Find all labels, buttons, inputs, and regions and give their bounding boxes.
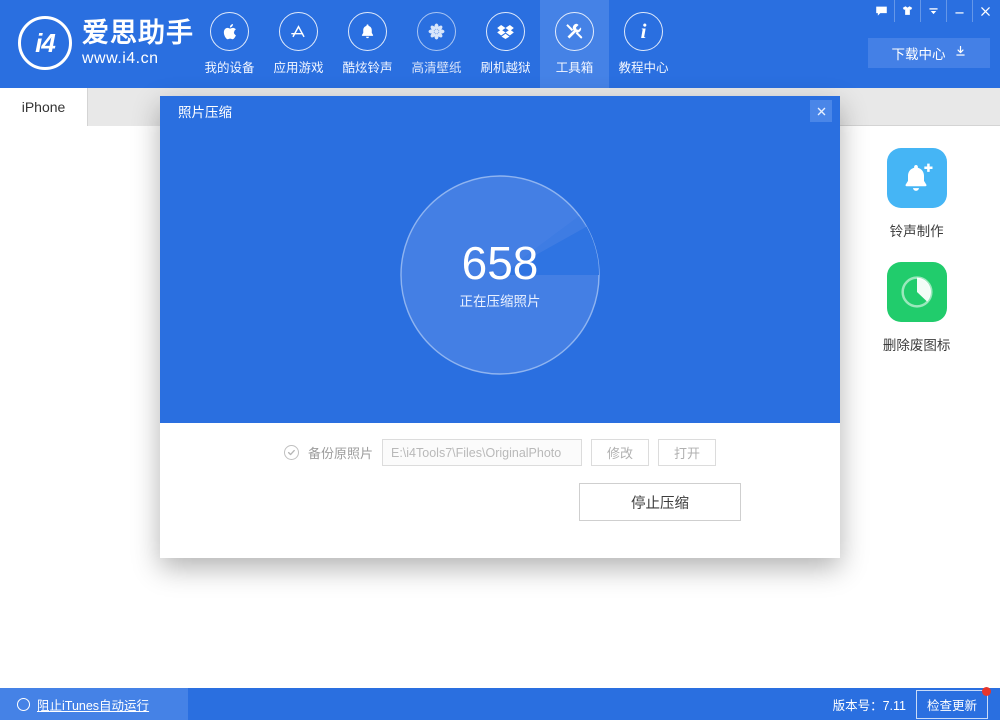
- compression-status: 正在压缩照片: [460, 290, 541, 310]
- info-icon: i: [624, 12, 663, 51]
- photo-compression-dialog: 照片压缩 658 正在压缩照片: [160, 96, 840, 558]
- nav-label-wallpapers: 高清壁纸: [411, 57, 461, 76]
- nav-item-toolbox[interactable]: 工具箱: [540, 0, 609, 88]
- nav-label-flash-jailbreak: 刷机越狱: [480, 57, 530, 76]
- tool-label-ringtone-maker: 铃声制作: [890, 220, 944, 240]
- app-window: i4 爱思助手 www.i4.cn 我的设备: [0, 0, 1000, 720]
- nav-item-my-device[interactable]: 我的设备: [195, 0, 264, 88]
- open-path-button[interactable]: 打开: [658, 439, 716, 466]
- compression-spinner: 658 正在压缩照片: [399, 174, 601, 376]
- skin-icon[interactable]: [894, 0, 920, 22]
- box-icon: [486, 12, 525, 51]
- close-icon[interactable]: [972, 0, 998, 22]
- appstore-icon: [279, 12, 318, 51]
- nav-items: 我的设备 应用游戏 酷炫铃声: [195, 0, 678, 88]
- dialog-title-bar: 照片压缩: [160, 96, 840, 126]
- backup-path-input[interactable]: E:\i4Tools7\Files\OriginalPhoto: [382, 439, 582, 466]
- nav-item-ringtones[interactable]: 酷炫铃声: [333, 0, 402, 88]
- feedback-icon[interactable]: [868, 0, 894, 22]
- bell-plus-icon: [887, 148, 947, 208]
- status-bar-right: 版本号：7.11 检查更新: [833, 690, 1000, 719]
- flower-icon: [417, 12, 456, 51]
- chevron-down-icon[interactable]: [920, 0, 946, 22]
- nav-item-apps-games[interactable]: 应用游戏: [264, 0, 333, 88]
- download-center-button[interactable]: 下载中心: [868, 38, 990, 68]
- block-itunes-toggle[interactable]: 阻止iTunes自动运行: [0, 688, 188, 720]
- i4-logo-icon: i4: [18, 16, 72, 70]
- pie-clock-icon: [887, 262, 947, 322]
- window-controls: [868, 0, 998, 22]
- backup-checkbox[interactable]: [284, 445, 299, 460]
- brand-url: www.i4.cn: [82, 51, 194, 67]
- brand-text-group: 爱思助手 www.i4.cn: [82, 20, 194, 67]
- brand-logo-group: i4 爱思助手 www.i4.cn: [18, 16, 194, 70]
- block-itunes-label: 阻止iTunes自动运行: [37, 695, 149, 714]
- spinner-text-group: 658 正在压缩照片: [399, 174, 601, 376]
- modify-path-button[interactable]: 修改: [591, 439, 649, 466]
- nav-item-tutorials[interactable]: i 教程中心: [609, 0, 678, 88]
- compression-count: 658: [462, 240, 539, 286]
- download-center-label: 下载中心: [892, 43, 946, 63]
- brand-name: 爱思助手: [82, 20, 194, 47]
- dialog-controls-area: 备份原照片 E:\i4Tools7\Files\OriginalPhoto 修改…: [160, 423, 840, 558]
- stop-compression-button[interactable]: 停止压缩: [579, 483, 741, 521]
- download-icon: [954, 45, 967, 61]
- dialog-title: 照片压缩: [178, 101, 232, 121]
- block-itunes-checkbox[interactable]: [17, 698, 30, 711]
- apple-icon: [210, 12, 249, 51]
- bell-icon: [348, 12, 387, 51]
- nav-item-flash-jailbreak[interactable]: 刷机越狱: [471, 0, 540, 88]
- backup-settings-row: 备份原照片 E:\i4Tools7\Files\OriginalPhoto 修改…: [160, 439, 840, 466]
- dialog-close-icon[interactable]: [810, 100, 832, 122]
- tool-ringtone-maker[interactable]: 铃声制作: [833, 148, 1000, 240]
- status-bar: 阻止iTunes自动运行 版本号：7.11 检查更新: [0, 688, 1000, 720]
- tools-icon: [555, 12, 594, 51]
- update-badge-dot: [982, 687, 991, 696]
- tool-label-delete-broken-icons: 删除废图标: [883, 334, 951, 354]
- nav-label-apps-games: 应用游戏: [273, 57, 323, 76]
- i4-logo-text: i4: [35, 28, 55, 59]
- top-navigation-bar: i4 爱思助手 www.i4.cn 我的设备: [0, 0, 1000, 88]
- check-update-label: 检查更新: [927, 699, 977, 713]
- tool-delete-broken-icons[interactable]: 删除废图标: [833, 262, 1000, 354]
- check-update-button[interactable]: 检查更新: [916, 690, 988, 719]
- nav-label-tutorials: 教程中心: [618, 57, 668, 76]
- version-label: 版本号：7.11: [833, 695, 906, 714]
- backup-label: 备份原照片: [308, 443, 373, 462]
- nav-label-my-device: 我的设备: [204, 57, 254, 76]
- minimize-icon[interactable]: [946, 0, 972, 22]
- tab-iphone-label: iPhone: [22, 99, 66, 115]
- tab-iphone[interactable]: iPhone: [0, 88, 88, 126]
- nav-label-ringtones: 酷炫铃声: [342, 57, 392, 76]
- nav-item-wallpapers[interactable]: 高清壁纸: [402, 0, 471, 88]
- dialog-progress-area: 658 正在压缩照片: [160, 126, 840, 423]
- nav-label-toolbox: 工具箱: [556, 57, 594, 76]
